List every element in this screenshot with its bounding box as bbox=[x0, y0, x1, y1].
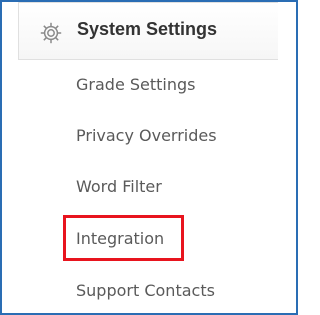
menu-item-support-contacts[interactable]: Support Contacts bbox=[76, 281, 215, 300]
system-settings-header[interactable]: System Settings bbox=[18, 2, 278, 60]
gear-icon bbox=[40, 22, 62, 44]
integration-highlight-box bbox=[63, 215, 184, 261]
menu-item-word-filter[interactable]: Word Filter bbox=[76, 177, 162, 196]
menu-item-privacy-overrides[interactable]: Privacy Overrides bbox=[76, 126, 217, 145]
menu-item-grade-settings[interactable]: Grade Settings bbox=[76, 75, 196, 94]
section-title: System Settings bbox=[77, 19, 218, 39]
